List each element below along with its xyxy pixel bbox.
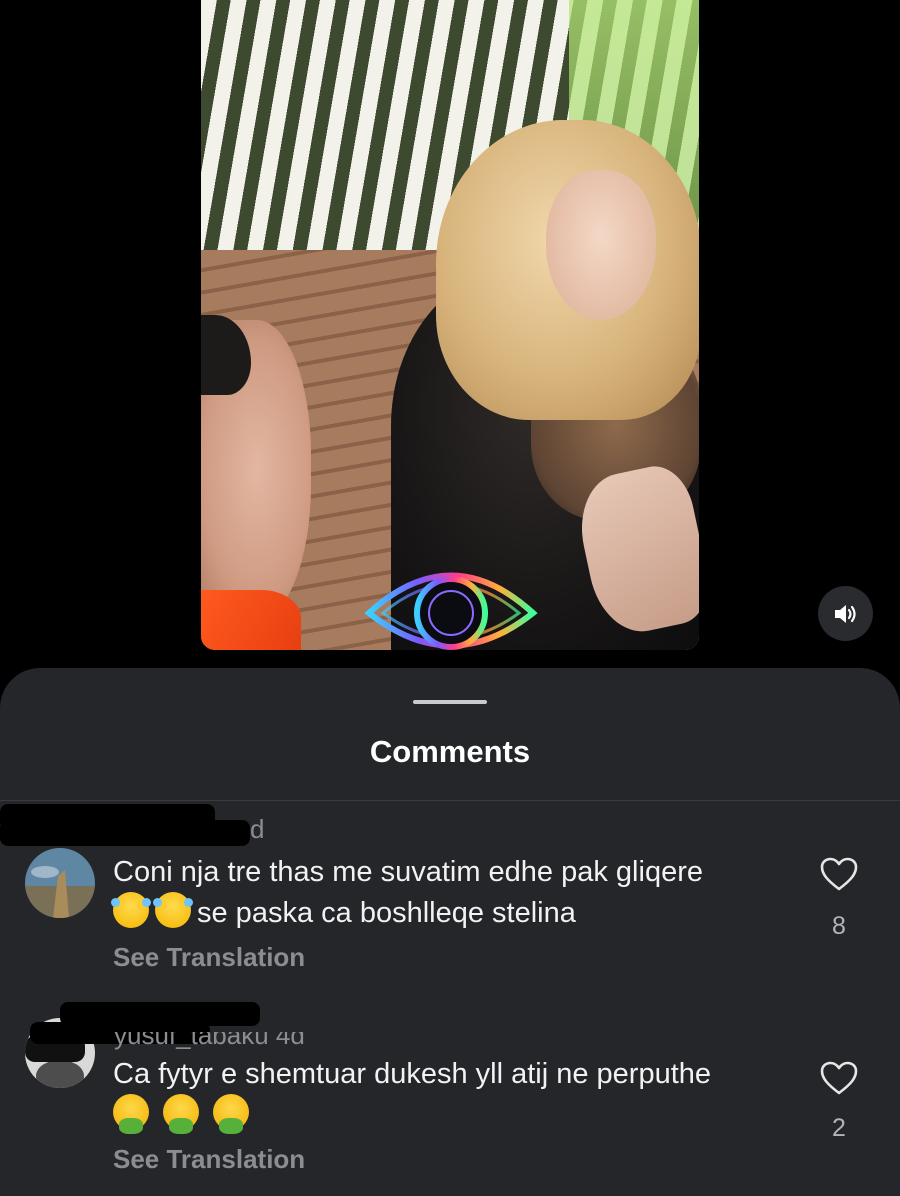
- comment-text: Ca fytyr e shemtuar dukesh yll atij ne p…: [113, 1054, 793, 1135]
- comment-text-line: Ca fytyr e shemtuar dukesh yll atij ne p…: [113, 1058, 712, 1090]
- like-count: 2: [832, 1114, 846, 1142]
- comment-username[interactable]: d: [250, 814, 264, 845]
- see-translation-link[interactable]: See Translation: [113, 942, 305, 973]
- sheet-grabber[interactable]: [413, 700, 487, 704]
- like-count: 8: [832, 912, 846, 940]
- see-translation-link[interactable]: See Translation: [113, 1144, 305, 1175]
- sheet-title: Comments: [369, 734, 531, 769]
- vomiting-face-icon: [163, 1094, 200, 1134]
- video-player[interactable]: [201, 0, 699, 650]
- avatar[interactable]: [25, 848, 95, 918]
- speaker-volume-icon: [834, 604, 856, 623]
- comment-text-line: se paska ca boshlleqe stelina: [197, 897, 576, 929]
- redacted-username: [0, 820, 250, 846]
- person-left-clothing: [201, 590, 301, 650]
- divider: [0, 800, 900, 801]
- comments-sheet: Comments d Coni nja tre thas me suvatim …: [0, 668, 900, 1196]
- face-with-tears-of-joy-icon: [153, 892, 193, 928]
- vomiting-face-icon: [213, 1094, 250, 1134]
- comment-text-line: Coni nja tre thas me suvatim edhe pak gl…: [113, 856, 703, 888]
- heart-icon[interactable]: [819, 1060, 859, 1096]
- face-with-tears-of-joy-icon: [111, 892, 151, 928]
- vomiting-face-icon: [113, 1094, 149, 1134]
- comment-text: Coni nja tre thas me suvatim edhe pak gl…: [111, 852, 793, 933]
- person-right-face: [546, 170, 656, 320]
- eye-logo: [364, 572, 538, 650]
- volume-button[interactable]: [818, 586, 873, 641]
- heart-icon[interactable]: [819, 856, 859, 892]
